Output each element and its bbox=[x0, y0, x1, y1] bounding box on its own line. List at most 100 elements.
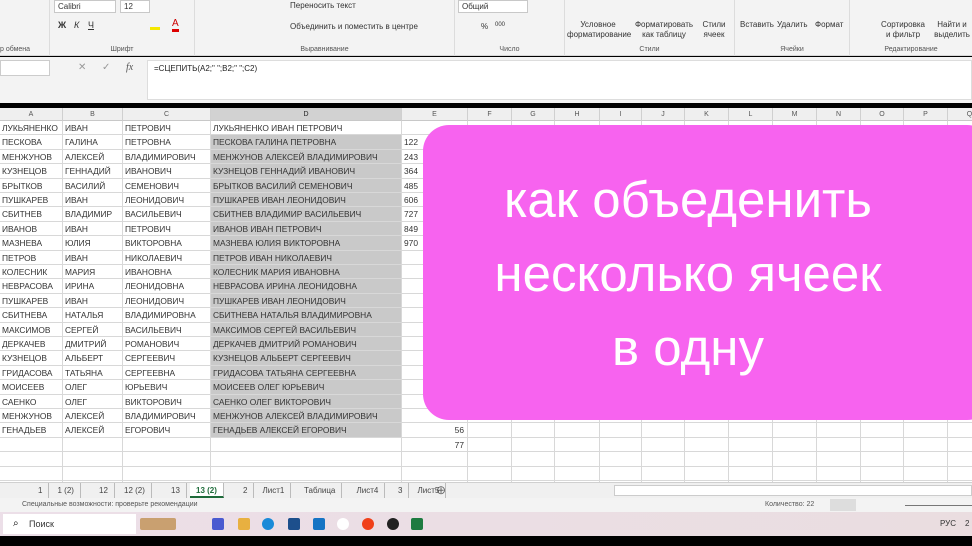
empty-cell[interactable] bbox=[773, 452, 817, 467]
wrap-text-button[interactable]: Переносить текст bbox=[290, 1, 356, 10]
language-indicator[interactable]: РУС bbox=[940, 519, 956, 528]
sort-filter-button[interactable]: Сортировка и фильтр bbox=[878, 20, 928, 40]
cell-p23[interactable] bbox=[904, 437, 948, 453]
cell-d3[interactable]: МЕНЖУНОВ АЛЕКСЕЙ ВЛАДИМИРОВИЧ bbox=[211, 149, 402, 165]
empty-cell[interactable] bbox=[0, 466, 63, 481]
yandex-browser-icon[interactable] bbox=[337, 518, 349, 530]
formula-input[interactable]: =СЦЕПИТЬ(A2;" ";B2;" ";C2) bbox=[147, 60, 972, 100]
italic-button[interactable]: К bbox=[74, 20, 79, 30]
cell-a20[interactable]: САЕНКО bbox=[0, 394, 63, 409]
sheet-tab[interactable]: 3 bbox=[392, 483, 410, 498]
cell-d1[interactable]: ЛУКЬЯНЕНКО ИВАН ПЕТРОВИЧ bbox=[211, 121, 402, 136]
cell-styles-button[interactable]: Стили ячеек bbox=[697, 20, 731, 40]
cell-b23[interactable] bbox=[63, 437, 123, 453]
underline-button[interactable]: Ч bbox=[88, 20, 94, 30]
empty-cell[interactable] bbox=[468, 466, 512, 481]
thousands-button[interactable]: 000 bbox=[495, 22, 505, 28]
cell-a15[interactable]: МАКСИМОВ bbox=[0, 322, 63, 337]
cell-m22[interactable] bbox=[773, 423, 817, 438]
store-icon[interactable] bbox=[288, 518, 300, 530]
cell-j23[interactable] bbox=[642, 437, 685, 453]
empty-cell[interactable] bbox=[555, 452, 600, 467]
sheet-tab[interactable]: 2 bbox=[237, 483, 255, 498]
cell-c7[interactable]: ВАСИЛЬЕВИЧ bbox=[123, 207, 211, 222]
cell-a3[interactable]: МЕНЖУНОВ bbox=[0, 149, 63, 165]
empty-cell[interactable] bbox=[904, 466, 948, 481]
cell-c5[interactable]: СЕМЕНОВИЧ bbox=[123, 178, 211, 193]
empty-cell[interactable] bbox=[512, 452, 555, 467]
cell-b6[interactable]: ИВАН bbox=[63, 193, 123, 208]
empty-cell[interactable] bbox=[211, 466, 402, 481]
format-as-table-button[interactable]: Форматировать как таблицу bbox=[633, 20, 695, 40]
cell-b1[interactable]: ИВАН bbox=[63, 121, 123, 136]
cell-f22[interactable] bbox=[468, 423, 512, 438]
merge-center-button[interactable]: Объединить и поместить в центре bbox=[290, 22, 418, 31]
empty-cell[interactable] bbox=[123, 466, 211, 481]
empty-cell[interactable] bbox=[685, 452, 729, 467]
sheet-tab[interactable]: Лист1 bbox=[257, 483, 292, 498]
cell-c15[interactable]: ВАСИЛЬЕВИЧ bbox=[123, 322, 211, 337]
column-header-n[interactable]: N bbox=[817, 108, 861, 121]
cell-c4[interactable]: ИВАНОВИЧ bbox=[123, 164, 211, 179]
cell-b20[interactable]: ОЛЕГ bbox=[63, 394, 123, 409]
column-header-h[interactable]: H bbox=[555, 108, 600, 121]
cell-q22[interactable] bbox=[948, 423, 972, 438]
font-color-icon[interactable]: A bbox=[172, 18, 179, 32]
column-header-i[interactable]: I bbox=[600, 108, 642, 121]
cell-i23[interactable] bbox=[600, 437, 642, 453]
empty-cell[interactable] bbox=[63, 466, 123, 481]
empty-cell[interactable] bbox=[861, 466, 904, 481]
cell-b5[interactable]: ВАСИЛИЙ bbox=[63, 178, 123, 193]
empty-cell[interactable] bbox=[600, 452, 642, 467]
sheet-tab[interactable]: Лист4 bbox=[351, 483, 386, 498]
cell-d10[interactable]: ПЕТРОВ ИВАН НИКОЛАЕВИЧ bbox=[211, 250, 402, 265]
empty-cell[interactable] bbox=[948, 452, 972, 467]
normal-view-icon[interactable] bbox=[830, 499, 856, 511]
cell-b8[interactable]: ИВАН bbox=[63, 221, 123, 237]
app-icon[interactable] bbox=[212, 518, 224, 530]
cell-b3[interactable]: АЛЕКСЕЙ bbox=[63, 149, 123, 165]
cell-d18[interactable]: ГРИДАСОВА ТАТЬЯНА СЕРГЕЕВНА bbox=[211, 365, 402, 381]
cell-c14[interactable]: ВЛАДИМИРОВНА bbox=[123, 308, 211, 323]
cell-c12[interactable]: ЛЕОНИДОВНА bbox=[123, 279, 211, 294]
cell-c10[interactable]: НИКОЛАЕВИЧ bbox=[123, 250, 211, 265]
cell-c22[interactable]: ЕГОРОВИЧ bbox=[123, 423, 211, 438]
cell-d4[interactable]: КУЗНЕЦОВ ГЕННАДИЙ ИВАНОВИЧ bbox=[211, 164, 402, 179]
cell-d12[interactable]: НЕВРАСОВА ИРИНА ЛЕОНИДОВНА bbox=[211, 279, 402, 294]
cell-b12[interactable]: ИРИНА bbox=[63, 279, 123, 294]
cell-a6[interactable]: ПУШКАРЕВ bbox=[0, 193, 63, 208]
cell-a7[interactable]: СБИТНЕВ bbox=[0, 207, 63, 222]
cell-c13[interactable]: ЛЕОНИДОВИЧ bbox=[123, 293, 211, 309]
cell-a17[interactable]: КУЗНЕЦОВ bbox=[0, 351, 63, 366]
clock[interactable]: 2 bbox=[965, 519, 969, 528]
font-name-select[interactable]: Calibri bbox=[54, 0, 116, 13]
cell-c21[interactable]: ВЛАДИМИРОВИЧ bbox=[123, 409, 211, 424]
cancel-icon[interactable]: ✕ bbox=[78, 62, 86, 73]
cell-a5[interactable]: БРЫТКОВ bbox=[0, 178, 63, 193]
cell-d9[interactable]: МАЗНЕВА ЮЛИЯ ВИКТОРОВНА bbox=[211, 236, 402, 251]
cell-c23[interactable] bbox=[123, 437, 211, 453]
cell-a19[interactable]: МОИСЕЕВ bbox=[0, 380, 63, 395]
cell-b10[interactable]: ИВАН bbox=[63, 250, 123, 265]
file-explorer-icon[interactable] bbox=[238, 518, 250, 530]
cell-b22[interactable]: АЛЕКСЕЙ bbox=[63, 423, 123, 438]
cell-a18[interactable]: ГРИДАСОВА bbox=[0, 365, 63, 381]
find-select-button[interactable]: Найти и выделить bbox=[932, 20, 972, 40]
cell-c20[interactable]: ВИКТОРОВИЧ bbox=[123, 394, 211, 409]
cell-n23[interactable] bbox=[817, 437, 861, 453]
cell-p22[interactable] bbox=[904, 423, 948, 438]
cell-m23[interactable] bbox=[773, 437, 817, 453]
cell-b17[interactable]: АЛЬБЕРТ bbox=[63, 351, 123, 366]
cell-c6[interactable]: ЛЕОНИДОВИЧ bbox=[123, 193, 211, 208]
empty-cell[interactable] bbox=[904, 452, 948, 467]
column-header-g[interactable]: G bbox=[512, 108, 555, 121]
insert-button[interactable]: Вставить bbox=[740, 20, 774, 29]
cell-b21[interactable]: АЛЕКСЕЙ bbox=[63, 409, 123, 424]
cell-c17[interactable]: СЕРГЕЕВИЧ bbox=[123, 351, 211, 366]
column-header-p[interactable]: P bbox=[904, 108, 948, 121]
delete-button[interactable]: Удалить bbox=[777, 20, 808, 29]
cell-a14[interactable]: СБИТНЕВА bbox=[0, 308, 63, 323]
cell-d21[interactable]: МЕНЖУНОВ АЛЕКСЕЙ ВЛАДИМИРОВИЧ bbox=[211, 409, 402, 424]
cell-d22[interactable]: ГЕНАДЬЕВ АЛЕКСЕЙ ЕГОРОВИЧ bbox=[211, 423, 402, 438]
cell-b15[interactable]: СЕРГЕЙ bbox=[63, 322, 123, 337]
